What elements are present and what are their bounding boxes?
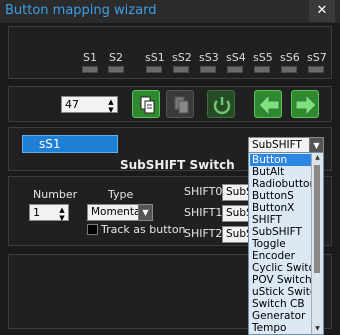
list-item[interactable]: ButAlt bbox=[250, 166, 315, 178]
copy-icon bbox=[140, 96, 155, 114]
slot-indicator bbox=[173, 66, 189, 73]
slot-indicator bbox=[281, 66, 297, 73]
type-select[interactable]: Momentary ▼ bbox=[87, 204, 153, 221]
list-item[interactable]: ButtonX bbox=[250, 202, 315, 214]
scroll-thumb[interactable] bbox=[314, 165, 320, 273]
slot-indicator bbox=[254, 66, 270, 73]
track-as-button-checkbox[interactable] bbox=[87, 224, 98, 235]
slot-label: sS5 bbox=[253, 51, 273, 64]
number-label: Number bbox=[33, 188, 78, 201]
slot-indicator bbox=[200, 66, 216, 73]
list-item[interactable]: Tempo bbox=[250, 322, 315, 334]
slot-label: sS4 bbox=[226, 51, 246, 64]
shift-label: SHIFT0 bbox=[184, 185, 223, 198]
track-as-button-label: Track as button bbox=[101, 223, 186, 236]
list-item[interactable]: Encoder bbox=[250, 250, 315, 262]
list-item[interactable]: SHIFT bbox=[250, 214, 315, 226]
slot-indicator bbox=[108, 66, 124, 73]
list-item[interactable]: Radiobutton bbox=[250, 178, 316, 190]
button-type-select[interactable]: SubSHIFT ▼ bbox=[248, 137, 324, 153]
type-options-list[interactable]: Button ButAlt Radiobutton ButtonS Button… bbox=[248, 152, 324, 335]
slot-label: sS3 bbox=[199, 51, 219, 64]
list-item[interactable]: Switch CB bbox=[250, 298, 315, 310]
shift-label: SHIFT1 bbox=[184, 206, 223, 219]
switch-title: SubSHIFT Switch bbox=[120, 158, 235, 172]
slot-indicator bbox=[308, 66, 324, 73]
stepper-arrows-icon[interactable]: ▲ ▼ bbox=[57, 206, 67, 222]
slot-indicator bbox=[82, 66, 98, 73]
slots-panel: S1 S2 sS1 sS2 sS3 sS4 sS5 sS6 sS7 bbox=[8, 26, 332, 79]
arrow-left-icon bbox=[258, 93, 280, 117]
paste-icon bbox=[174, 96, 189, 114]
number-stepper[interactable]: 1 ▲ ▼ bbox=[29, 204, 69, 222]
slot-label: sS2 bbox=[172, 51, 192, 64]
chevron-down-icon[interactable]: ▼ bbox=[309, 138, 323, 153]
slot-label: sS7 bbox=[307, 51, 327, 64]
arrow-right-icon bbox=[295, 93, 317, 117]
slot-label: sS1 bbox=[145, 51, 165, 64]
slot-indicator bbox=[227, 66, 243, 73]
previous-button[interactable] bbox=[254, 90, 282, 118]
title-bar: Button mapping wizard ✕ bbox=[0, 0, 340, 23]
paste-button[interactable] bbox=[166, 90, 194, 118]
stepper-arrows-icon[interactable]: ▲ ▼ bbox=[106, 98, 116, 114]
button-number-value: 47 bbox=[65, 98, 79, 111]
power-icon bbox=[213, 97, 231, 115]
list-item[interactable]: SubSHIFT bbox=[250, 226, 315, 238]
list-item[interactable]: Button bbox=[250, 154, 315, 166]
slot-label: S2 bbox=[109, 51, 123, 64]
list-item[interactable]: Toggle bbox=[250, 238, 315, 250]
scroll-up-icon[interactable]: ▲ bbox=[312, 153, 323, 163]
window-title: Button mapping wizard bbox=[5, 3, 157, 18]
slot-indicator bbox=[146, 66, 162, 73]
toolbar-panel: 47 ▲ ▼ bbox=[8, 86, 332, 122]
next-button[interactable] bbox=[291, 90, 319, 118]
reset-button[interactable] bbox=[207, 90, 235, 118]
button-number-stepper[interactable]: 47 ▲ ▼ bbox=[61, 96, 118, 114]
list-scrollbar[interactable]: ▲ ▼ bbox=[311, 153, 323, 334]
number-value: 1 bbox=[33, 206, 40, 219]
list-item[interactable]: POV Switch bbox=[250, 274, 315, 286]
scroll-down-icon[interactable]: ▼ bbox=[312, 324, 323, 334]
slot-label: sS6 bbox=[280, 51, 300, 64]
type-label: Type bbox=[108, 188, 134, 201]
list-item[interactable]: Cyclic Switch bbox=[250, 262, 321, 274]
list-item[interactable]: ButtonS bbox=[250, 190, 315, 202]
close-button[interactable]: ✕ bbox=[309, 0, 335, 22]
button-type-value: SubSHIFT bbox=[252, 139, 302, 151]
list-item[interactable]: uStick Switch bbox=[250, 286, 322, 298]
chevron-down-icon[interactable]: ▼ bbox=[138, 205, 152, 220]
list-item[interactable]: Generator bbox=[250, 310, 315, 322]
copy-button[interactable] bbox=[132, 90, 160, 118]
slot-label: S1 bbox=[83, 51, 97, 64]
button-name-field[interactable]: sS1 bbox=[22, 135, 118, 153]
shift-label: SHIFT2 bbox=[184, 227, 223, 240]
